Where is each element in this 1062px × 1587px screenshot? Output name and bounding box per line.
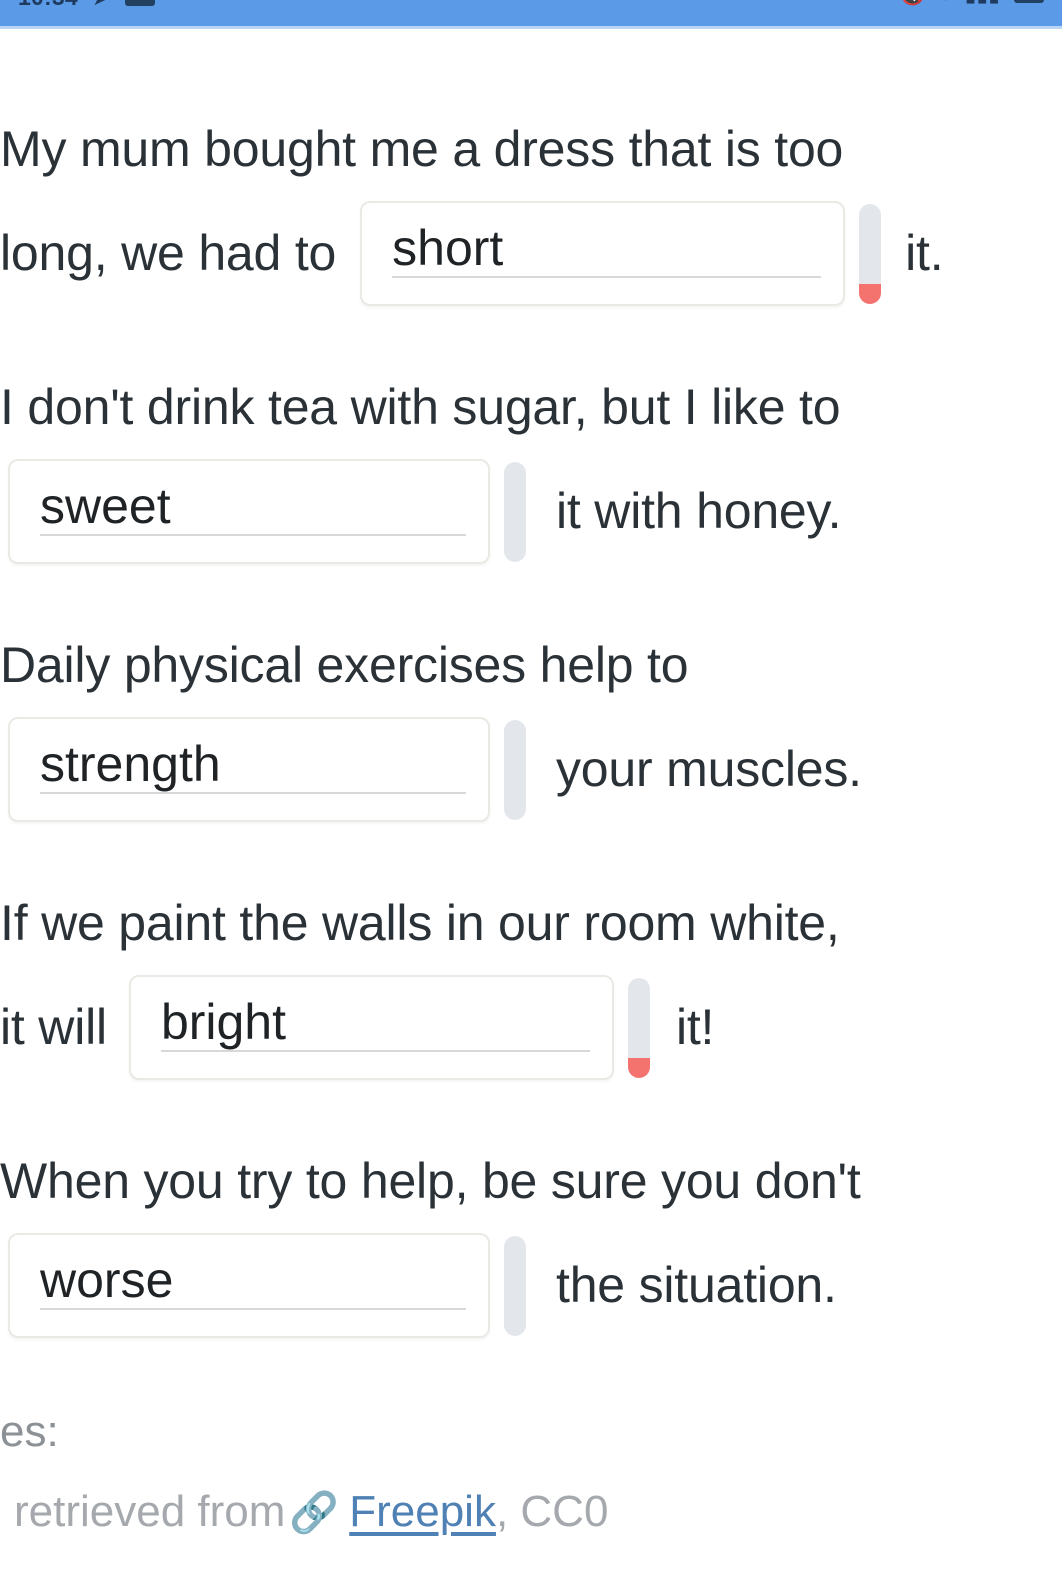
confidence-meter-3[interactable] <box>504 719 526 820</box>
exercise-1-line-1: My mum bought me a dress that is too <box>0 86 843 212</box>
answer-input-5[interactable]: worse <box>8 1233 490 1338</box>
link-icon: 🔗 <box>289 1491 340 1535</box>
exercise-3-line-2: strength your muscles. <box>8 717 862 822</box>
footer-credit: retrieved from 🔗 Freepik , CC0 <box>14 1487 608 1537</box>
answer-input-1-rule <box>392 276 822 278</box>
answer-input-2-value: sweet <box>40 477 171 534</box>
exercise-4-answer-group: bright <box>128 975 650 1080</box>
exercise-5-line-1: When you try to help, be sure you don't <box>0 1118 861 1244</box>
status-bar: 10:34 ➤ 🔇 ▾ ▮▮▮ <box>0 0 1062 26</box>
confidence-meter-5[interactable] <box>504 1235 526 1336</box>
exercise-4-line-2: it will bright it! <box>0 975 714 1080</box>
exercise-4-text-after: it! <box>675 999 715 1055</box>
answer-input-2[interactable]: sweet <box>8 459 490 564</box>
status-bar-time: 10:34 <box>18 0 78 11</box>
status-bar-right: 🔇 ▾ ▮▮▮ <box>900 0 1044 5</box>
exercise-1-text-before: My mum bought me a dress that is too <box>0 121 844 177</box>
exercise-3-line-1: Daily physical exercises help to <box>0 602 689 728</box>
answer-input-1[interactable]: short <box>360 201 846 306</box>
exercise-2-text-after: it with honey. <box>556 483 842 539</box>
exercise-1-text-prefix: long, we had to <box>0 225 337 281</box>
answer-input-3-value: strength <box>40 735 221 792</box>
answer-input-4-rule <box>160 1050 590 1052</box>
exercise-5-line-2: worse the situation. <box>8 1233 837 1338</box>
exercise-3-text-before: Daily physical exercises help to <box>0 637 689 693</box>
confidence-meter-2[interactable] <box>504 461 526 562</box>
exercise-2-line-2: sweet it with honey. <box>8 459 842 564</box>
confidence-meter-4[interactable] <box>627 977 650 1078</box>
exercise-3-answer-group: strength <box>8 717 526 822</box>
exercise-5-text-after: the situation. <box>556 1257 837 1313</box>
exercise-4-line-1: If we paint the walls in our room white, <box>0 860 840 986</box>
footer-credit-suffix: , CC0 <box>495 1487 609 1536</box>
exercise-5-text-before: When you try to help, be sure you don't <box>0 1153 861 1209</box>
battery-icon <box>1014 0 1044 3</box>
exercise-3-text-after: your muscles. <box>556 741 862 797</box>
exercise-1-answer-group: short <box>360 201 882 306</box>
answer-input-2-rule <box>40 534 466 536</box>
exercise-2-line-1: I don't drink tea with sugar, but I like… <box>0 344 841 470</box>
exercise-5-answer-group: worse <box>8 1233 526 1338</box>
answer-input-5-value: worse <box>40 1251 174 1308</box>
answer-input-4-value: bright <box>160 993 287 1050</box>
exercise-page: My mum bought me a dress that is too lon… <box>0 29 1062 1587</box>
exercise-4-text-before: If we paint the walls in our room white, <box>0 895 840 951</box>
send-icon: ➤ <box>92 0 111 9</box>
footer-heading: es: <box>0 1407 59 1456</box>
freepik-link[interactable]: Freepik <box>349 1487 496 1537</box>
status-bar-left: 10:34 ➤ <box>18 0 156 11</box>
confidence-meter-4-fill <box>627 1057 650 1078</box>
exercise-4-text-prefix: it will <box>0 999 107 1055</box>
answer-input-1-value: short <box>392 219 504 276</box>
answer-input-3-rule <box>40 792 466 794</box>
confidence-meter-1-fill <box>859 283 882 304</box>
answer-input-5-rule <box>40 1308 466 1310</box>
wifi-icon: ▾ <box>940 0 951 5</box>
answer-input-4[interactable]: bright <box>128 975 614 1080</box>
exercise-1-text-after: it. <box>905 225 944 281</box>
confidence-meter-1[interactable] <box>859 203 882 304</box>
screenshot-icon <box>125 0 156 6</box>
mute-icon: 🔇 <box>900 0 926 5</box>
signal-icon: ▮▮▮ <box>965 0 1000 5</box>
footer-credit-prefix: retrieved from <box>14 1487 286 1536</box>
exercise-2-text-before: I don't drink tea with sugar, but I like… <box>0 379 841 435</box>
exercise-2-answer-group: sweet <box>8 459 526 564</box>
exercise-1-line-2: long, we had to short it. <box>0 201 944 306</box>
answer-input-3[interactable]: strength <box>8 717 490 822</box>
